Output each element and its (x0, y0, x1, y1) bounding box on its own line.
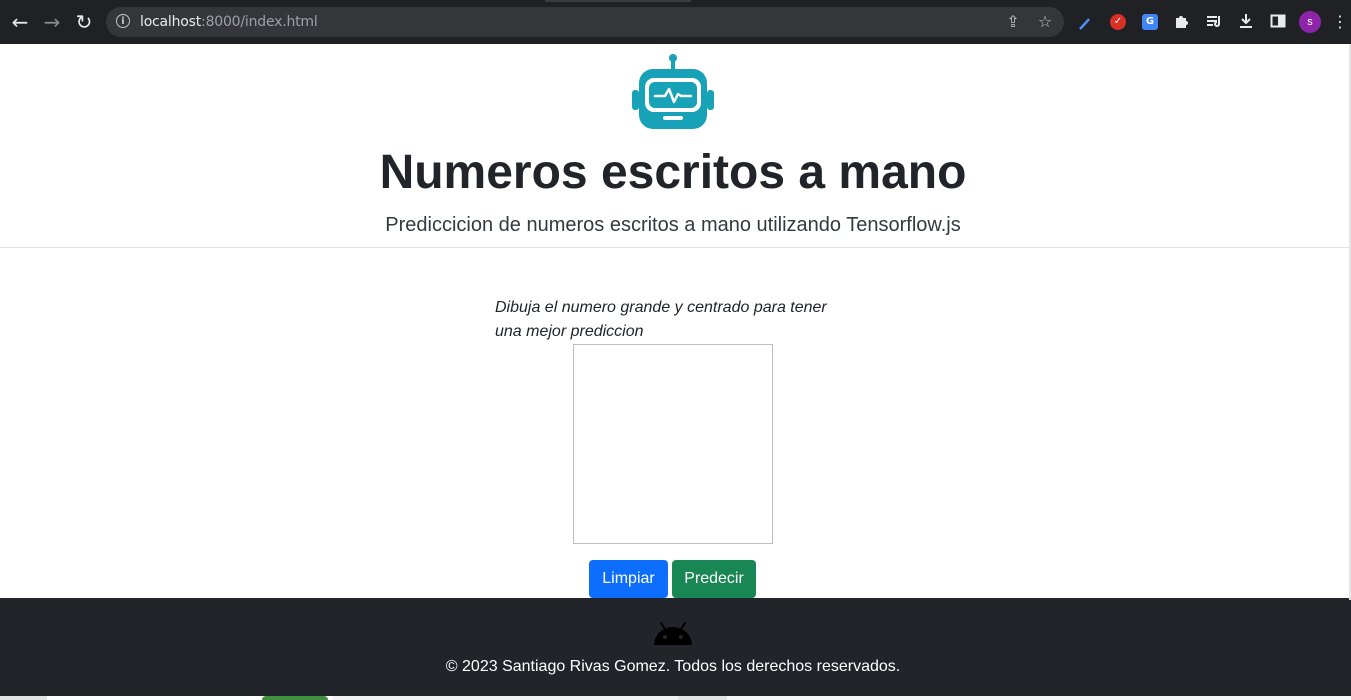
eyedropper-icon[interactable] (1076, 12, 1096, 32)
reading-list-icon[interactable] (1204, 12, 1224, 32)
drawing-instructions: Dibuja el numero grande y centrado para … (495, 299, 827, 340)
star-icon[interactable]: ☆ (1036, 13, 1054, 31)
url-path: :8000/index.html (201, 14, 318, 30)
url-text[interactable]: localhost:8000/index.html (140, 14, 318, 30)
avatar[interactable]: s (1299, 11, 1321, 33)
browser-toolbar: ← → ↻ i localhost:8000/index.html ⇪ ☆ ✓ … (0, 0, 1351, 44)
strip-plant-image (262, 696, 328, 700)
drawing-canvas[interactable] (573, 344, 773, 544)
predict-button[interactable]: Predecir (672, 560, 756, 598)
address-bar[interactable]: i localhost:8000/index.html ⇪ ☆ (106, 7, 1064, 37)
robot-icon (632, 54, 714, 129)
header-divider (0, 247, 1351, 248)
clear-button[interactable]: Limpiar (589, 560, 668, 598)
page-title: Numeros escritos a mano (379, 146, 967, 199)
footer: © 2023 Santiago Rivas Gomez. Todos los d… (0, 598, 1351, 696)
info-icon[interactable]: i (116, 14, 130, 28)
share-icon[interactable]: ⇪ (1004, 13, 1022, 31)
strip-segment (333, 696, 678, 700)
kebab-menu-icon[interactable]: ⋮ (1332, 12, 1348, 32)
puzzle-icon[interactable] (1172, 12, 1192, 32)
red-extension-icon[interactable]: ✓ (1110, 14, 1126, 30)
page-subtitle: Prediccicion de numeros escritos a mano … (385, 214, 961, 236)
active-tab-indicator (545, 0, 691, 2)
download-icon[interactable] (1236, 12, 1256, 32)
translate-icon[interactable]: G (1142, 14, 1158, 30)
side-panel-icon[interactable] (1268, 12, 1288, 32)
forward-arrow-icon[interactable]: → (40, 10, 64, 34)
background-window-strip (0, 696, 1351, 700)
copyright-text: © 2023 Santiago Rivas Gomez. Todos los d… (445, 658, 901, 675)
page-content: Numeros escritos a mano Prediccicion de … (0, 44, 1351, 700)
reload-icon[interactable]: ↻ (72, 10, 96, 34)
strip-segment (727, 696, 1351, 700)
back-arrow-icon[interactable]: ← (8, 10, 32, 34)
url-host: localhost (140, 14, 202, 30)
android-icon (654, 622, 692, 645)
